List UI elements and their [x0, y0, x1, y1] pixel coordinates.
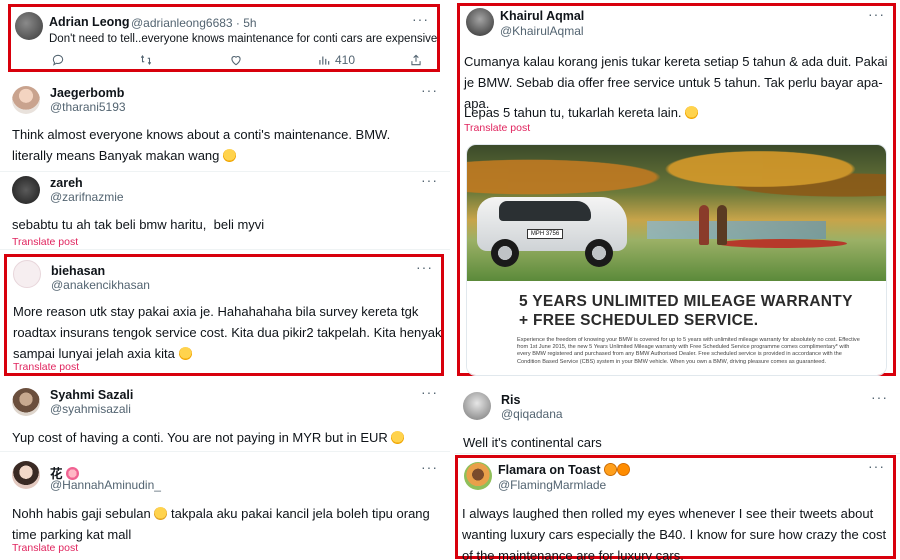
more-icon[interactable]: ··· [412, 11, 429, 27]
views-count: 410 [335, 53, 356, 67]
orange-emoji-icon [617, 463, 631, 476]
author-name[interactable]: Khairul Aqmal [500, 9, 584, 23]
avatar[interactable] [12, 461, 40, 489]
car-wheel [585, 239, 613, 267]
avatar[interactable] [466, 8, 494, 36]
tweet-text: Yup cost of having a conti. You are not … [12, 427, 405, 448]
car-window [499, 201, 591, 221]
more-icon[interactable]: ··· [421, 172, 438, 188]
more-icon[interactable]: ··· [416, 259, 433, 275]
avatar[interactable] [13, 260, 41, 288]
author-name[interactable]: zareh [50, 176, 83, 190]
tweet-adrian[interactable]: Adrian Leong @adrianleong6683 · 5h ··· D… [8, 4, 440, 72]
tweet-text-2: Lepas 5 tahun tu, tukarlah kereta lain. [464, 102, 699, 123]
avatar[interactable] [15, 12, 43, 40]
author-handle[interactable]: @zarifnazmie [50, 190, 124, 204]
ad-headline-2: + FREE SCHEDULED SERVICE. [519, 312, 759, 329]
more-icon[interactable]: ··· [421, 459, 438, 475]
like-icon[interactable] [229, 53, 243, 67]
car-wheel [491, 239, 519, 267]
tweet-text: Think almost everyone knows about a cont… [12, 127, 391, 163]
more-icon[interactable]: ··· [421, 384, 438, 400]
avatar[interactable] [12, 388, 40, 416]
retweet-icon[interactable] [139, 53, 153, 67]
ad-text-panel: 5 YEARS UNLIMITED MILEAGE WARRANTY + FRE… [467, 281, 886, 375]
tweet-khairul[interactable]: Khairul Aqmal @KhairulAqmal ··· Cumanya … [457, 3, 896, 376]
ad-photo: MPH 3756 [467, 145, 886, 281]
author-handle[interactable]: @KhairulAqmal [500, 24, 584, 38]
ad-fine-print: Experience the freedom of knowing your B… [517, 337, 860, 365]
laughing-emoji-icon [178, 347, 192, 360]
avatar[interactable] [464, 462, 492, 490]
tweet-text: sebabtu tu ah tak beli bmw haritu, beli … [12, 217, 265, 232]
avatar[interactable] [12, 176, 40, 204]
license-plate: MPH 3756 [527, 229, 563, 239]
tweet-flamara[interactable]: Flamara on Toast @FlamingMarmlade ··· I … [455, 455, 896, 560]
author-handle[interactable]: @qiqadana [501, 407, 563, 421]
canoe [717, 239, 847, 248]
more-icon[interactable]: ··· [871, 389, 888, 405]
tweet-syahmi[interactable]: Syahmi Sazali @syahmisazali ··· Yup cost… [0, 380, 450, 452]
tweet-text: Nohh habis gaji sebulan takpala aku paka… [12, 506, 430, 542]
bmw-ad-image[interactable]: MPH 3756 5 YEARS UNLIMITED MILEAGE WARRA… [466, 144, 887, 376]
author-handle[interactable]: @syahmisazali [50, 402, 131, 416]
tweet-text: Don't need to tell..everyone knows maint… [49, 33, 438, 45]
author-name[interactable]: Syahmi Sazali [50, 388, 133, 402]
ad-headline-1: 5 YEARS UNLIMITED MILEAGE WARRANTY [519, 293, 853, 310]
author-name[interactable]: Flamara on Toast [498, 463, 631, 477]
tweet-hannah[interactable]: 花 @HannahAminudin_ ··· Nohh habis gaji s… [0, 455, 450, 560]
avatar[interactable] [12, 86, 40, 114]
translate-link[interactable]: Translate post [12, 542, 78, 554]
author-name[interactable]: biehasan [51, 264, 105, 278]
fox-emoji-icon [604, 463, 618, 476]
tweet-text: I always laughed then rolled my eyes whe… [462, 506, 887, 560]
tweet-biehasan[interactable]: biehasan @anakencikhasan ··· More reason… [4, 254, 444, 376]
tweet-zareh[interactable]: zareh @zarifnazmie ··· sebabtu tu ah tak… [0, 172, 450, 250]
left-column: Adrian Leong @adrianleong6683 · 5h ··· D… [0, 0, 450, 560]
author-handle[interactable]: @tharani5193 [50, 100, 126, 114]
more-icon[interactable]: ··· [421, 82, 438, 98]
person-figure [717, 205, 727, 245]
author-name[interactable]: Ris [501, 393, 520, 407]
author-handle[interactable]: @HannahAminudin_ [50, 478, 161, 492]
tweet-text: Well it's continental cars [463, 435, 602, 450]
author-name[interactable]: Adrian Leong [49, 15, 130, 29]
person-figure [699, 205, 709, 245]
reply-icon[interactable] [51, 53, 65, 67]
laughing-emoji-icon [223, 149, 237, 162]
avatar[interactable] [463, 392, 491, 420]
tweet-actions: 410 [51, 53, 423, 69]
views-icon[interactable] [317, 53, 331, 67]
tweet-text: More reason utk stay pakai axia je. Haha… [13, 304, 442, 361]
right-column: Khairul Aqmal @KhairulAqmal ··· Cumanya … [455, 0, 900, 560]
more-icon[interactable]: ··· [868, 6, 885, 22]
author-handle[interactable]: @FlamingMarmlade [498, 478, 606, 492]
translate-link[interactable]: Translate post [12, 236, 78, 248]
tweet-ris[interactable]: Ris @qiqadana ··· Well it's continental … [455, 384, 900, 454]
bmw-car: MPH 3756 [477, 179, 627, 267]
more-icon[interactable]: ··· [868, 458, 885, 474]
author-handle[interactable]: @adrianleong6683 · 5h [131, 16, 257, 30]
tweet-jaegerbomb[interactable]: Jaegerbomb @tharani5193 ··· Think almost… [0, 80, 450, 172]
author-handle[interactable]: @anakencikhasan [51, 278, 150, 292]
author-name[interactable]: Jaegerbomb [50, 86, 124, 100]
translate-link[interactable]: Translate post [13, 361, 79, 373]
share-icon[interactable] [409, 53, 423, 67]
laughing-emoji-icon [391, 431, 405, 444]
sad-emoji-icon [154, 507, 168, 520]
grin-emoji-icon [685, 106, 699, 119]
lake [647, 221, 826, 239]
translate-link[interactable]: Translate post [464, 122, 530, 134]
